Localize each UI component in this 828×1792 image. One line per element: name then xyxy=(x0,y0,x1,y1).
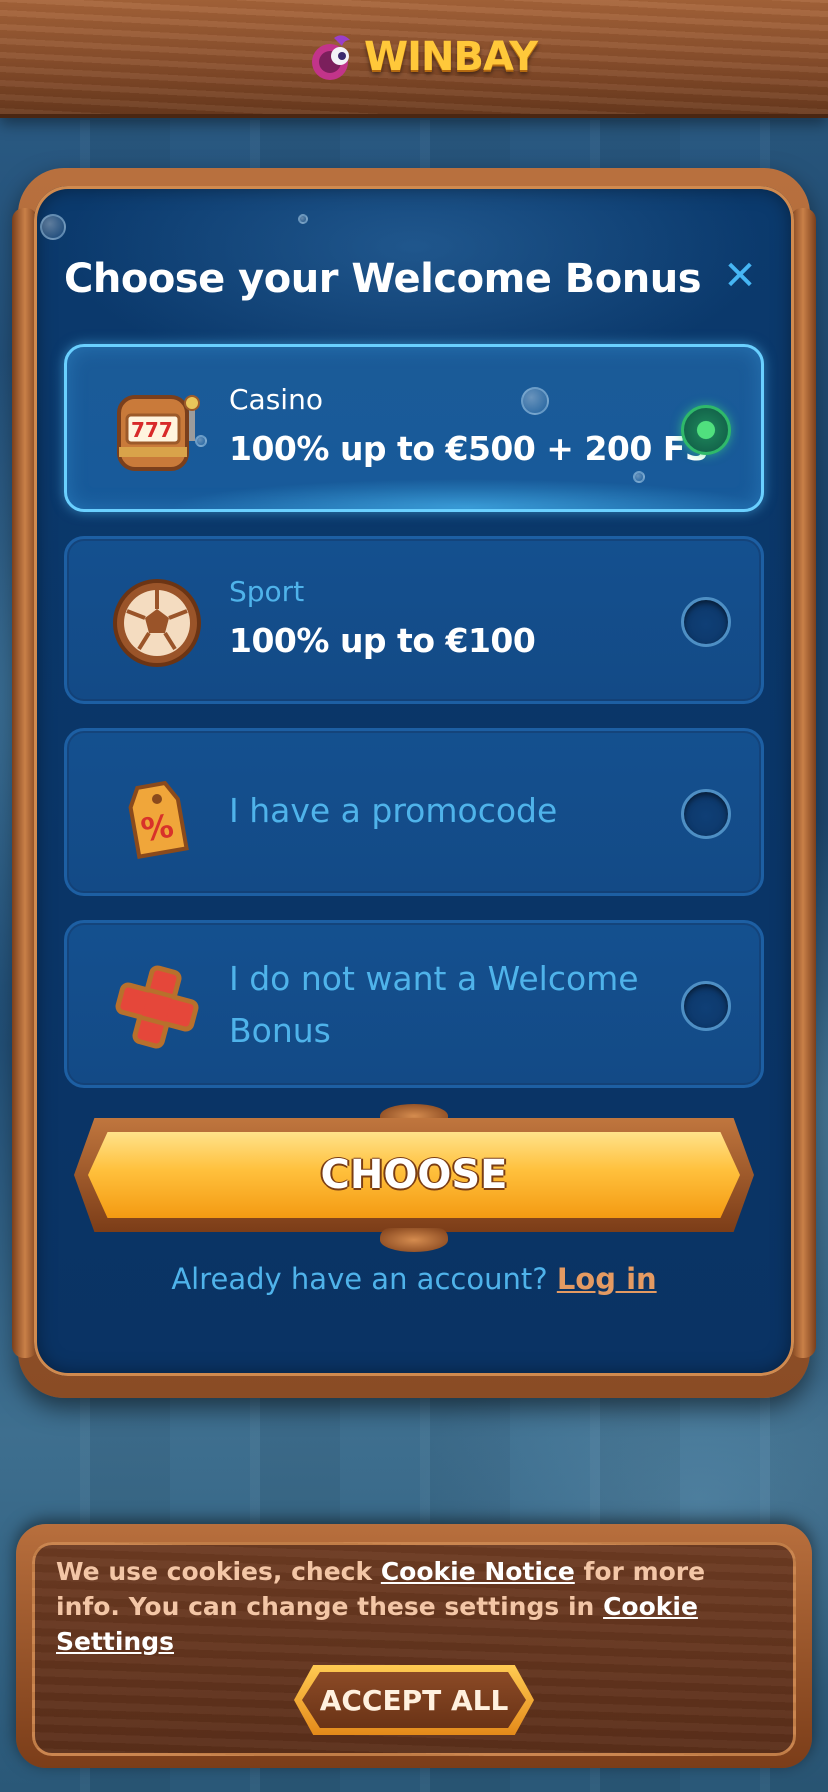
cookie-text: We use cookies, check Cookie Notice for … xyxy=(56,1554,772,1659)
logo-text: WINBAY xyxy=(364,34,538,80)
svg-text:%: % xyxy=(138,806,176,849)
modal-title: Choose your Welcome Bonus xyxy=(64,256,702,302)
bonus-option-casino[interactable]: 777 Casino 100% up to €500 + 200 FS xyxy=(64,344,764,512)
choose-button-wrapper: CHOOSE xyxy=(64,1104,764,1252)
radio-promocode[interactable] xyxy=(681,789,731,839)
svg-text:777: 777 xyxy=(131,418,173,442)
percent-tag-icon: % xyxy=(109,767,205,863)
option-category: Sport xyxy=(229,575,305,608)
radio-sport[interactable] xyxy=(681,597,731,647)
close-icon[interactable]: ✕ xyxy=(722,256,758,296)
login-prompt: Already have an account? Log in xyxy=(0,1262,828,1296)
soccer-ball-icon xyxy=(109,575,205,671)
option-offer: 100% up to €100 xyxy=(229,621,536,660)
ornament-icon xyxy=(380,1228,448,1252)
radio-no-bonus[interactable] xyxy=(681,981,731,1031)
cookie-text-1: We use cookies, check xyxy=(56,1557,373,1586)
slot-machine-icon: 777 xyxy=(109,383,205,479)
radio-casino[interactable] xyxy=(681,405,731,455)
bonus-option-sport[interactable]: Sport 100% up to €100 xyxy=(64,536,764,704)
option-category: Casino xyxy=(229,383,323,416)
bubble-decoration xyxy=(40,214,66,240)
account-prompt-text: Already have an account? xyxy=(171,1262,548,1296)
cross-icon xyxy=(109,959,205,1055)
bonus-option-promocode[interactable]: % I have a promocode xyxy=(64,728,764,896)
login-link[interactable]: Log in xyxy=(557,1262,657,1296)
winbay-logo[interactable]: WINBAY xyxy=(304,22,538,92)
choose-button[interactable]: CHOOSE xyxy=(88,1132,740,1218)
logo-mascot-icon xyxy=(304,28,362,86)
option-label-line1: I do not want a Welcome xyxy=(229,959,639,998)
bubble-decoration xyxy=(195,435,207,447)
option-label-line2: Bonus xyxy=(229,1011,331,1050)
header-bar: WINBAY xyxy=(0,0,828,118)
bubble-decoration xyxy=(633,471,645,483)
bubble-decoration xyxy=(298,214,308,224)
cookie-notice-link[interactable]: Cookie Notice xyxy=(381,1557,575,1586)
accept-all-button[interactable]: ACCEPT ALL xyxy=(302,1672,526,1728)
option-label: I have a promocode xyxy=(229,791,558,830)
option-offer: 100% up to €500 + 200 FS xyxy=(229,429,709,468)
bubble-decoration xyxy=(521,387,549,415)
bonus-option-no-bonus[interactable]: I do not want a Welcome Bonus xyxy=(64,920,764,1088)
